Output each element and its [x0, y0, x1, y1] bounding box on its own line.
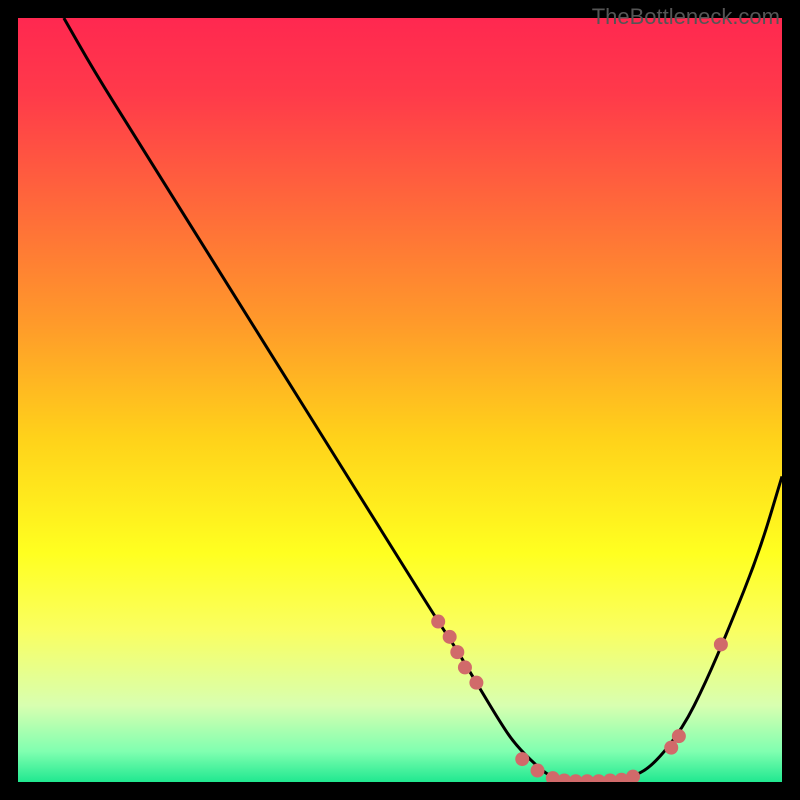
data-marker: [714, 637, 728, 651]
data-marker: [531, 764, 545, 778]
data-marker: [626, 770, 640, 782]
data-marker: [458, 660, 472, 674]
marker-group: [431, 615, 728, 782]
data-marker: [515, 752, 529, 766]
data-marker: [443, 630, 457, 644]
data-marker: [672, 729, 686, 743]
data-marker: [469, 676, 483, 690]
chart-svg: [18, 18, 782, 782]
watermark-text: TheBottleneck.com: [592, 4, 780, 30]
plot-area: [18, 18, 782, 782]
data-marker: [450, 645, 464, 659]
bottleneck-curve: [64, 18, 782, 782]
data-marker: [431, 615, 445, 629]
data-marker: [664, 741, 678, 755]
